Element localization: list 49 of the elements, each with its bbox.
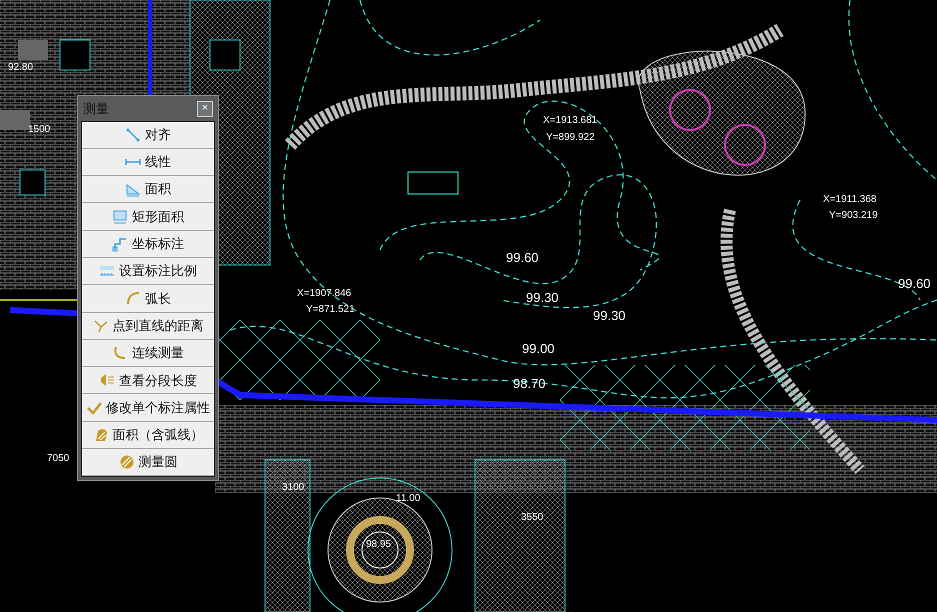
dimension-label: 1500	[28, 125, 50, 135]
bench-slab	[18, 40, 48, 60]
dimension-label: 3100	[282, 483, 304, 493]
close-button[interactable]: ×	[197, 100, 213, 117]
ruler-diagonal-icon	[125, 126, 141, 143]
hatched-circle-icon	[118, 454, 134, 470]
panel-title: 测量	[83, 100, 109, 118]
edit-check-icon	[86, 400, 102, 416]
tool-button[interactable]: 坐标标注	[82, 230, 214, 258]
coordinate-label: X=1911.368	[823, 195, 876, 205]
tool-button[interactable]: 线性	[82, 148, 214, 176]
bench-slab	[0, 110, 30, 130]
tool-button[interactable]: 连续测量	[82, 340, 214, 368]
coordinate-label: Y=903.219	[829, 211, 878, 221]
tool-button[interactable]: 点到直线的距离	[82, 312, 214, 340]
elevation-label: 11.00	[396, 494, 420, 504]
elevation-label: 98.95	[366, 540, 392, 550]
elevation-label: 99.30	[526, 291, 559, 304]
tool-button[interactable]: 矩形面积	[82, 203, 214, 231]
elevation-label: 99.00	[522, 342, 555, 355]
triangle-area-icon	[125, 181, 141, 198]
tool-button[interactable]: 面积（含弧线）	[82, 422, 214, 450]
elevation-label: 98.70	[513, 377, 546, 390]
tool-button[interactable]: 设置标注比例	[82, 258, 214, 286]
coordinate-icon	[112, 236, 128, 252]
arc-icon	[125, 290, 141, 306]
rectangle-area-icon	[112, 208, 128, 225]
elevation-label: 99.60	[898, 277, 931, 290]
planter-square	[60, 40, 90, 70]
dimension-label: 7050	[47, 454, 70, 464]
dimension-label: 3550	[521, 513, 544, 523]
planter-square	[210, 40, 240, 70]
elevation-label: 99.60	[506, 251, 539, 264]
planter-square	[20, 170, 46, 196]
tool-button[interactable]: 查看分段长度	[82, 367, 214, 394]
tool-button[interactable]: 面积	[82, 176, 214, 204]
tool-button[interactable]: 测量圆	[82, 449, 214, 476]
elevation-label: 92.80	[8, 63, 34, 73]
tool-button[interactable]: 修改单个标注属性	[82, 394, 214, 422]
coordinate-label: X=1913.681	[543, 116, 598, 126]
tool-button[interactable]: 对齐	[82, 122, 214, 149]
elevation-label: 99.30	[593, 309, 626, 322]
coordinate-label: Y=899.922	[546, 133, 595, 143]
coordinate-label: Y=871.521	[306, 305, 355, 315]
polyline-icon	[112, 345, 128, 362]
point-line-icon	[92, 318, 108, 334]
tool-button[interactable]: 弧长	[82, 285, 214, 313]
segment-list-icon	[99, 372, 115, 388]
coordinate-label: X=1907.846	[297, 289, 352, 299]
